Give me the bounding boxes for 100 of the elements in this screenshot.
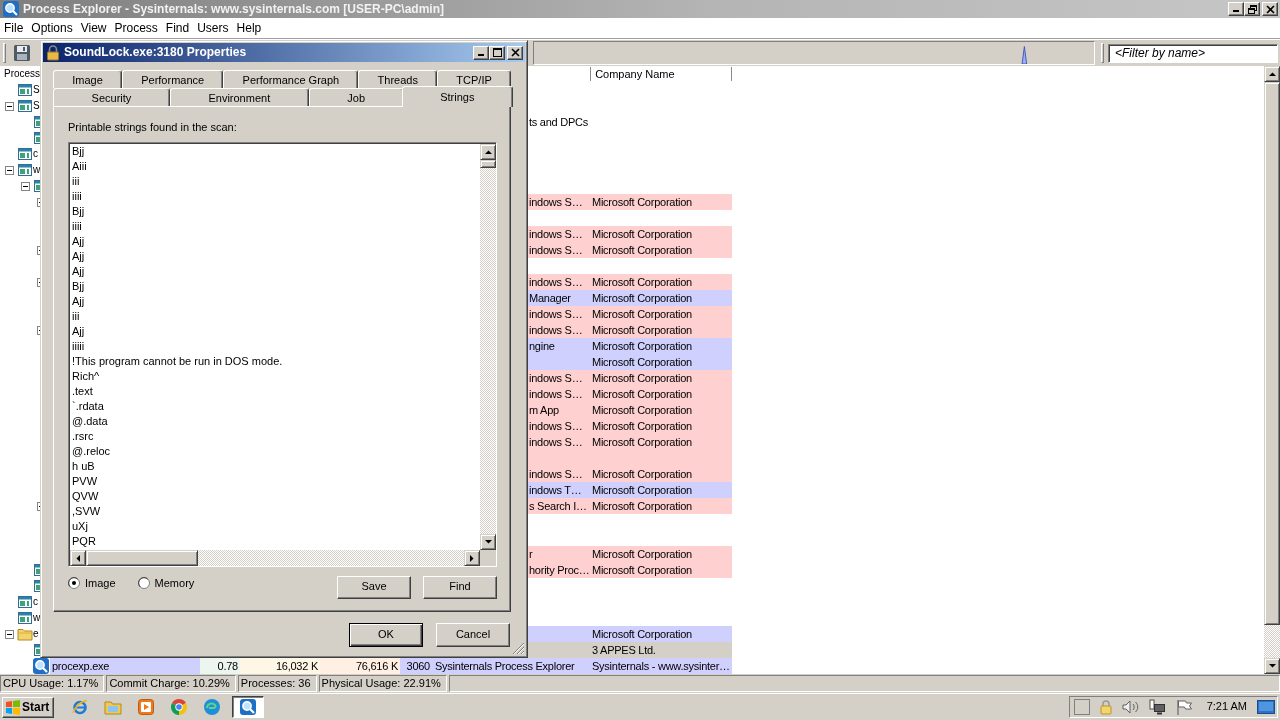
list-item[interactable]: Rich^ (72, 369, 100, 384)
list-item[interactable]: Ajj (72, 249, 85, 264)
row-highlight[interactable]: indows S… Microsoft Corporation (528, 242, 732, 258)
menu-item[interactable]: Help (232, 20, 266, 36)
list-item[interactable]: @.reloc (72, 444, 111, 459)
restore-button[interactable] (1244, 2, 1260, 16)
column-header[interactable]: Company Name (590, 67, 733, 81)
tab[interactable]: Security (53, 88, 170, 106)
list-item[interactable]: !This program cannot be run in DOS mode. (72, 354, 283, 369)
minus-box-icon[interactable] (21, 181, 30, 191)
row-highlight[interactable]: indows S… Microsoft Corporation (528, 370, 732, 386)
row-highlight[interactable]: indows S… Microsoft Corporation (528, 386, 732, 402)
row-highlight[interactable]: indows S… Microsoft Corporation (528, 274, 732, 290)
list-item[interactable]: iiii (72, 189, 82, 204)
list-item[interactable]: iiii (72, 219, 82, 234)
row-highlight[interactable]: indows S… Microsoft Corporation (528, 226, 732, 242)
list-item[interactable]: iii (72, 174, 80, 189)
row-highlight[interactable]: Manager Microsoft Corporation (528, 290, 732, 306)
radio-icon[interactable] (68, 577, 80, 589)
row-highlight[interactable]: indows S… Microsoft Corporation (528, 418, 732, 434)
row-highlight[interactable]: indows T… Microsoft Corporation (528, 482, 732, 498)
row-highlight[interactable]: indows S… Microsoft Corporation (528, 466, 732, 482)
tab[interactable]: Performance (122, 70, 224, 88)
list-item[interactable]: uXj (72, 519, 88, 534)
scroll-thumb[interactable] (86, 550, 198, 566)
list-item[interactable]: PVW (72, 474, 98, 489)
list-item[interactable]: `.rdata (72, 399, 104, 414)
minimize-button[interactable] (473, 45, 489, 60)
scroll-left-button[interactable] (70, 550, 86, 566)
row-highlight[interactable]: m App Microsoft Corporation (528, 402, 732, 418)
taskbar-button[interactable] (232, 696, 264, 718)
list-item[interactable]: iiiii (72, 339, 85, 354)
list-item[interactable]: Bjj (72, 204, 85, 219)
radio-option[interactable]: Image (68, 576, 116, 590)
square-icon[interactable] (1073, 699, 1090, 715)
list-item[interactable]: Bjj (72, 279, 85, 294)
list-item[interactable]: Ajj (72, 294, 85, 309)
horizontal-scrollbar[interactable] (70, 550, 480, 566)
radio-icon[interactable] (137, 577, 150, 589)
list-item[interactable]: h uB (72, 459, 95, 474)
menu-item[interactable]: File (0, 20, 28, 36)
speaker-icon[interactable] (1121, 699, 1139, 715)
list-item[interactable]: QVW (72, 489, 99, 504)
ok-button[interactable]: OK (349, 623, 423, 647)
list-item[interactable]: Ajj (72, 264, 85, 279)
minimize-button[interactable] (1228, 2, 1244, 16)
monitor-icon[interactable] (1148, 699, 1166, 715)
flag-icon[interactable] (1175, 699, 1193, 715)
menu-item[interactable]: Options (27, 20, 77, 36)
row-highlight[interactable]: indows S… Microsoft Corporation (528, 306, 732, 322)
list-item[interactable]: ,SVW (72, 504, 101, 519)
menu-item[interactable]: Find (161, 20, 194, 36)
list-item[interactable]: Bjj (72, 144, 85, 159)
maximize-button[interactable] (489, 45, 505, 60)
list-item[interactable]: iii (72, 309, 80, 324)
row-highlight[interactable]: Microsoft Corporation (528, 354, 732, 370)
scroll-up-button[interactable] (480, 144, 496, 160)
menu-item[interactable]: Users (193, 20, 233, 36)
start-button[interactable]: Start (2, 696, 54, 718)
list-item[interactable]: .text (72, 384, 93, 399)
tab[interactable]: Image (53, 70, 122, 88)
list-item[interactable]: Ajj (72, 234, 85, 249)
row-highlight[interactable]: ngine Microsoft Corporation (528, 338, 732, 354)
menu-item[interactable]: Process (110, 20, 162, 36)
resize-grip-icon[interactable] (512, 642, 525, 655)
minus-box-icon[interactable] (5, 101, 14, 111)
list-item[interactable]: .rsrc (72, 429, 94, 444)
close-button[interactable] (507, 45, 523, 60)
show-desktop-icon[interactable] (1257, 699, 1275, 715)
radio-option[interactable]: Memory (137, 576, 195, 590)
tab[interactable]: Performance Graph (223, 70, 359, 88)
tab[interactable]: Job (308, 88, 404, 106)
row-highlight[interactable]: hority Proc… Microsoft Corporation (528, 562, 732, 578)
scroll-down-button[interactable] (480, 534, 496, 550)
minus-box-icon[interactable] (5, 629, 14, 639)
find-button[interactable]: Find (423, 575, 497, 599)
list-item[interactable]: @.data (72, 414, 108, 429)
scroll-down-button[interactable] (1264, 658, 1280, 674)
scroll-up-button[interactable] (1264, 66, 1280, 82)
row-highlight[interactable]: indows S… Microsoft Corporation (528, 194, 732, 210)
tab[interactable]: Threads (358, 70, 438, 88)
scroll-thumb[interactable] (480, 160, 496, 168)
row-highlight[interactable]: 3 APPES Ltd. (528, 642, 732, 658)
menu-item[interactable]: View (76, 20, 111, 36)
filter-field[interactable]: <Filter by name> (1108, 43, 1278, 63)
save-button[interactable] (11, 42, 33, 64)
column-header[interactable]: Process (0, 66, 41, 82)
cancel-button[interactable]: Cancel (436, 623, 510, 647)
tab[interactable]: Environment (169, 88, 309, 106)
tab[interactable]: Strings (401, 86, 513, 107)
row-highlight[interactable]: indows S… Microsoft Corporation (528, 434, 732, 450)
list-item[interactable]: Aiii (72, 159, 87, 174)
row-highlight[interactable]: s Search I… Microsoft Corporation (528, 498, 732, 514)
save-button[interactable]: Save (337, 575, 411, 599)
row-highlight[interactable]: r Microsoft Corporation (528, 546, 732, 562)
row-highlight[interactable]: procexp.exe 0.78 16,032 K 76,616 K 3060 Sysinternals Process Explorer Sysinternals - www.sysinter… (50, 658, 732, 674)
close-button[interactable] (1262, 2, 1278, 16)
row-highlight[interactable]: Microsoft Corporation (528, 626, 732, 642)
strings-listbox[interactable]: Bjj Aiii iii iiii Bjj iiii Ajj Ajj Ajj Bjj Ajj iii Ajj iiiii !This program cannot be run in DOS mode. Rich^ .text `.rdata @.data .rsrc @.reloc h uB PVW QVW ,SVW uXj PQR (68, 142, 497, 567)
scroll-right-button[interactable] (464, 550, 480, 566)
